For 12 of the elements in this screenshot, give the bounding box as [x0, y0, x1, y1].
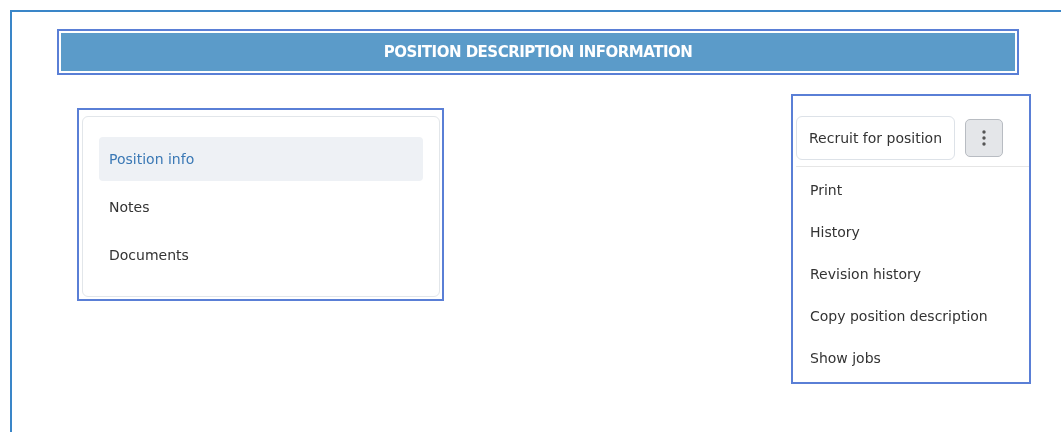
nav-item[interactable]: Notes [99, 185, 423, 229]
menu-item[interactable]: Show jobs [810, 341, 1029, 383]
section-header: POSITION DESCRIPTION INFORMATION [61, 33, 1015, 71]
menu-item[interactable]: History [810, 215, 1029, 257]
menu-item[interactable]: Copy position description [810, 299, 1029, 341]
more-icon [982, 130, 987, 146]
nav-item[interactable]: Position info [99, 137, 423, 181]
menu-item[interactable]: Revision history [810, 257, 1029, 299]
more-button[interactable] [965, 119, 1004, 157]
nav-item[interactable]: Documents [99, 233, 423, 277]
recruit-button[interactable]: Recruit for position [796, 116, 956, 160]
menu-item[interactable]: Print [810, 173, 1029, 215]
